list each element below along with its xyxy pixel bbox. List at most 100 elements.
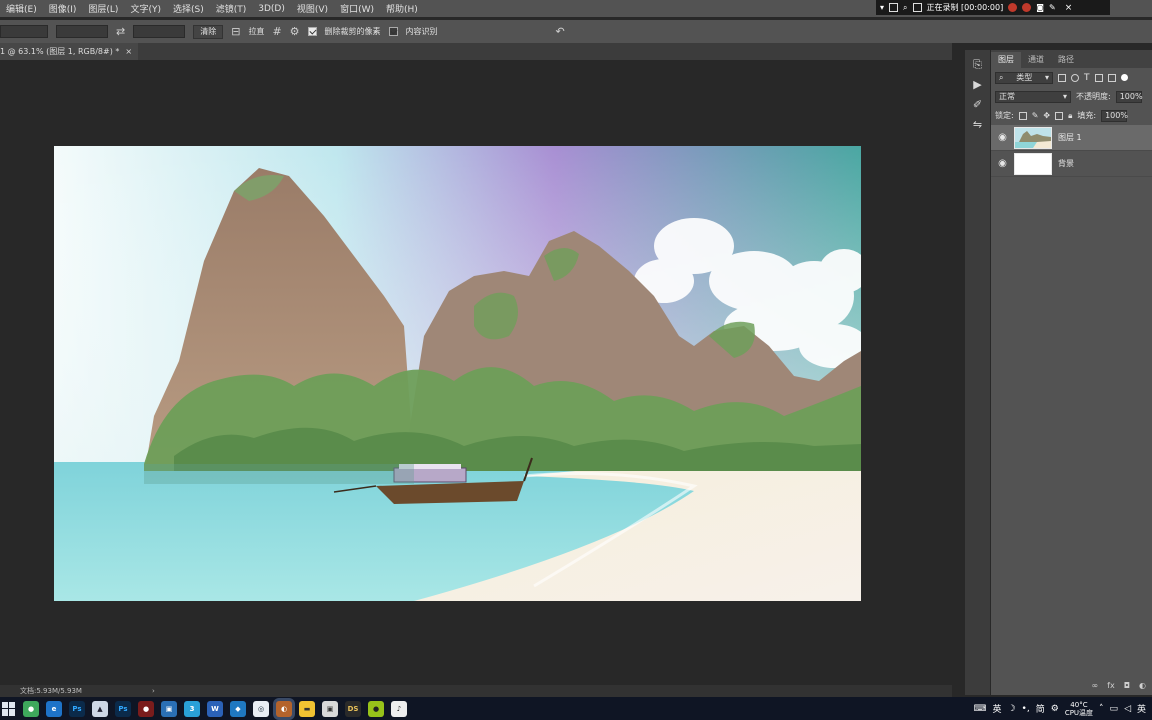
link-layers-icon[interactable]: ∞ [1091, 681, 1098, 693]
keyboard-icon[interactable]: ⌨ [973, 704, 986, 714]
straighten-label[interactable]: 拉直 [248, 26, 264, 37]
recorder-icon[interactable]: ● [138, 700, 154, 717]
lock-transparent-icon[interactable] [1018, 111, 1027, 120]
ime-mode[interactable]: 英 [992, 702, 1001, 715]
lock-image-icon[interactable]: ✎ [1032, 111, 1039, 120]
stop-icon[interactable] [1022, 3, 1032, 12]
layer-name[interactable]: 图层 1 [1058, 132, 1082, 143]
tablet-icon[interactable]: ▣ [161, 700, 177, 717]
chevron-up-icon[interactable]: ˄ [1099, 704, 1104, 714]
pen-icon[interactable]: ✎ [1049, 3, 1056, 12]
battery-icon[interactable]: ▭ [1110, 704, 1119, 714]
brush-settings-icon[interactable]: ✐ [971, 98, 985, 112]
smart-object-filter-icon[interactable] [1107, 73, 1116, 82]
overlay-grid-icon[interactable]: # [272, 25, 281, 38]
document-image[interactable] [54, 146, 861, 601]
clear-button[interactable]: 清除 [193, 24, 224, 39]
lock-artboard-icon[interactable] [1055, 111, 1064, 120]
layer-row[interactable]: ◉ 背景 [991, 151, 1152, 177]
app-icon-music[interactable]: ♪ [391, 700, 407, 717]
app-icon-ds[interactable]: DS [345, 700, 361, 717]
menu-view[interactable]: 视图(V) [291, 2, 334, 15]
start-icon[interactable] [2, 701, 16, 716]
window-icon[interactable] [889, 3, 899, 12]
canvas-area[interactable] [0, 60, 952, 685]
settings-icon[interactable]: ⚙ [1051, 704, 1059, 714]
menu-select[interactable]: 选择(S) [167, 2, 210, 15]
undo-icon[interactable]: ↶ [556, 25, 565, 38]
blend-mode-select[interactable]: 正常 ▾ [995, 90, 1071, 103]
layer-name[interactable]: 背景 [1058, 158, 1074, 169]
tab-channels[interactable]: 通道 [1021, 52, 1051, 68]
menu-3d[interactable]: 3D(D) [252, 4, 291, 14]
tab-layers[interactable]: 图层 [991, 52, 1021, 68]
folder-icon[interactable]: ▬ [299, 700, 315, 717]
lock-position-icon[interactable]: ✥ [1043, 111, 1050, 120]
height-field[interactable] [133, 25, 186, 38]
app-icon-active[interactable]: ◐ [276, 700, 292, 717]
app-icon-green[interactable]: ● [23, 700, 39, 717]
lock-all-icon[interactable]: 🔒︎ [1068, 111, 1072, 121]
camera-icon[interactable]: ◙ [1036, 3, 1044, 12]
menu-layer[interactable]: 图层(L) [82, 2, 124, 15]
opacity-field[interactable]: 100% [1115, 90, 1143, 103]
gear-icon[interactable]: ⚙ [290, 25, 300, 38]
close-icon[interactable]: × [125, 47, 132, 56]
region-icon[interactable] [912, 3, 922, 12]
app-icon-3[interactable]: 3 [184, 700, 200, 717]
filter-row: ⌕ 类型 ▾ T [991, 68, 1152, 87]
punctuation-icon[interactable]: •, [1022, 704, 1030, 714]
width-field[interactable] [56, 25, 108, 38]
kind-filter-select[interactable]: ⌕ 类型 ▾ [995, 71, 1053, 84]
app-icon-box[interactable]: ▣ [322, 700, 338, 717]
straighten-icon[interactable]: ⊟ [231, 25, 240, 38]
photoshop-alt-icon[interactable]: Ps [115, 700, 131, 717]
layer-thumbnail[interactable] [1014, 126, 1052, 149]
swap-icon[interactable]: ⇄ [116, 25, 125, 38]
text-filter-icon[interactable]: T [1084, 73, 1090, 83]
search-icon[interactable]: ⌕ [903, 3, 907, 13]
fx-icon[interactable]: fx [1107, 681, 1115, 693]
document-tab[interactable]: 1 @ 63.1% (图层 1, RGB/8#) * × [0, 43, 139, 60]
content-aware-checkbox[interactable] [388, 27, 398, 36]
language-indicator[interactable]: 英 [1137, 702, 1146, 715]
filter-toggle-icon[interactable] [1120, 74, 1128, 81]
layer-row[interactable]: ◉ 图层 1 [991, 125, 1152, 151]
ratio-select[interactable] [0, 25, 48, 38]
app-icon-blue[interactable]: ◆ [230, 700, 246, 717]
ime-chinese[interactable]: 简 [1036, 702, 1045, 715]
layer-thumbnail[interactable] [1014, 152, 1052, 175]
moon-icon[interactable]: ☽ [1007, 704, 1015, 714]
menu-help[interactable]: 帮助(H) [380, 2, 424, 15]
edge-icon[interactable]: e [46, 700, 62, 717]
record-icon[interactable] [1008, 3, 1018, 12]
eye-icon[interactable]: ◉ [997, 158, 1008, 169]
photoshop-icon[interactable]: Ps [69, 700, 85, 717]
delete-cropped-checkbox[interactable] [307, 27, 317, 36]
new-adjustment-icon[interactable]: ◐ [1139, 681, 1146, 693]
app-icon-lime[interactable]: ● [368, 700, 384, 717]
tab-paths[interactable]: 路径 [1051, 52, 1081, 68]
menu-type[interactable]: 文字(Y) [124, 2, 167, 15]
fill-field[interactable]: 100% [1101, 109, 1128, 122]
menu-image[interactable]: 图像(I) [43, 2, 83, 15]
menu-filter[interactable]: 滤镜(T) [210, 2, 253, 15]
eye-icon[interactable]: ◉ [997, 132, 1008, 143]
pixel-filter-icon[interactable] [1058, 73, 1066, 82]
adjustment-filter-icon[interactable] [1071, 73, 1079, 82]
word-icon[interactable]: W [207, 700, 223, 717]
menu-edit[interactable]: 编辑(E) [0, 2, 43, 15]
shape-filter-icon[interactable] [1094, 73, 1103, 82]
volume-icon[interactable]: ◁ [1124, 704, 1131, 714]
status-menu-arrow[interactable]: › [152, 687, 155, 695]
app-icon-circle[interactable]: ◎ [253, 700, 269, 717]
adjustments-icon[interactable]: ⇋ [971, 118, 985, 132]
history-icon[interactable]: ⎘ [971, 58, 985, 72]
close-icon[interactable]: × [1065, 3, 1073, 13]
image-viewer-icon[interactable]: ▲ [92, 700, 108, 717]
menu-window[interactable]: 窗口(W) [334, 2, 380, 15]
cpu-temperature[interactable]: 40°C CPU温度 [1065, 701, 1093, 717]
dropdown-icon[interactable]: ▾ [880, 3, 884, 12]
play-icon[interactable]: ▶ [971, 78, 985, 92]
add-mask-icon[interactable]: ◘ [1124, 681, 1130, 693]
